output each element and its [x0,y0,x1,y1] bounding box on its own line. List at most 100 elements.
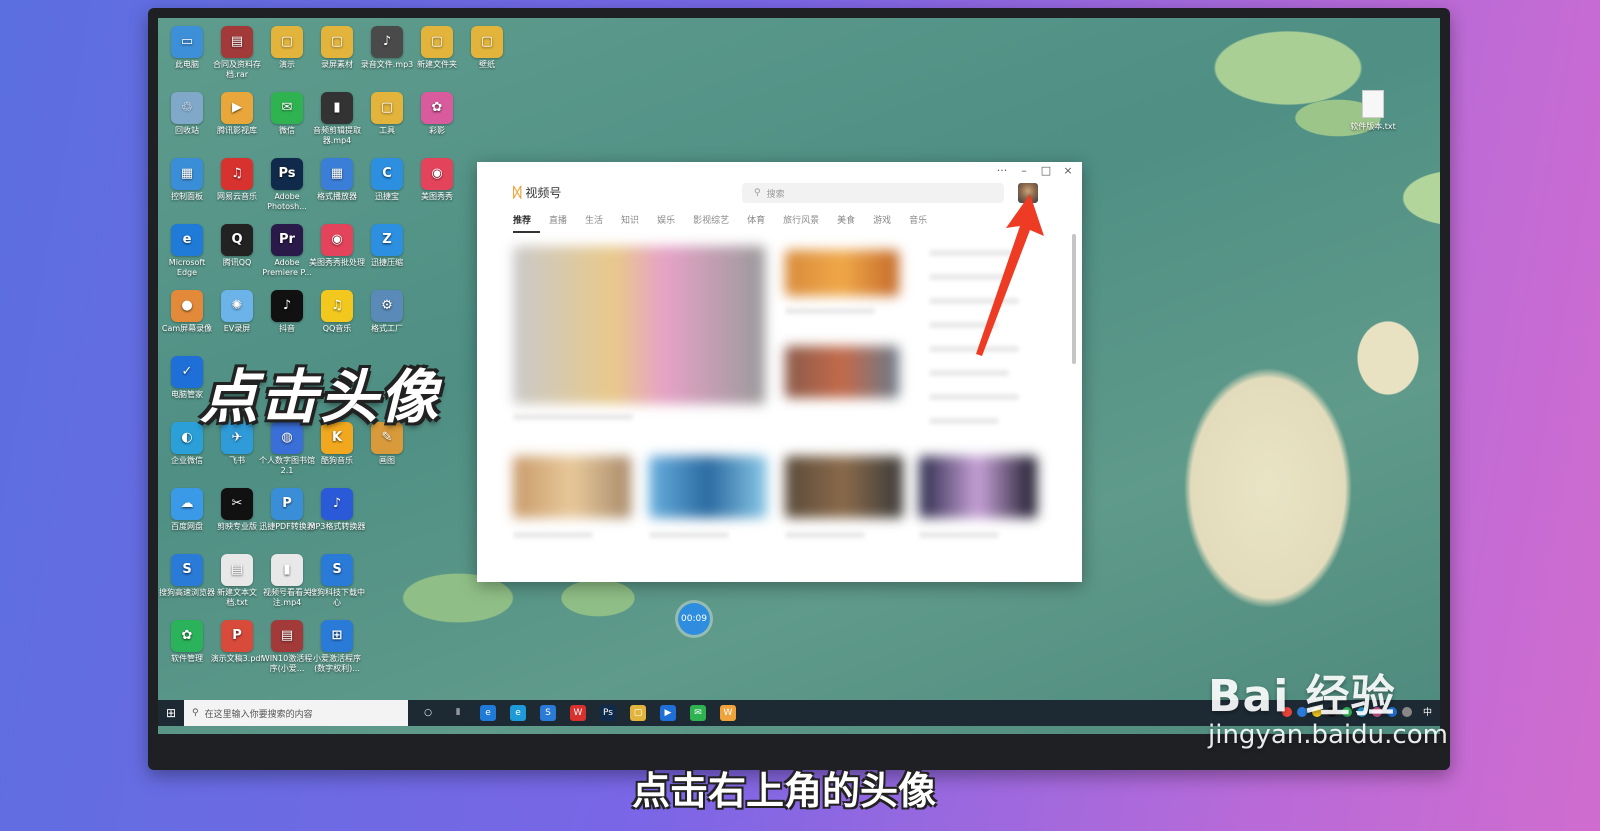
tab-10[interactable]: 音乐 [900,213,936,233]
app-icon: ▢ [471,26,503,58]
video-thumbnail[interactable] [649,456,767,518]
more-button[interactable]: ··· [996,164,1008,177]
desktop-icon-label: Adobe Premiere P... [262,258,312,277]
taskbar-app-icon[interactable]: ⫴ [450,705,466,721]
desktop-icon-label: 工具 [379,126,395,135]
taskbar-app-icon[interactable]: ▢ [630,705,646,721]
app-icon: ⊞ [321,620,353,652]
video-thumbnail[interactable] [513,246,765,404]
baidu-watermark: Bai 经验 jingyan.baidu.com [1208,660,1448,750]
app-icon: ⚙ [371,290,403,322]
desktop-icon-label: WIN10激活程序(小爱... [261,654,313,673]
desktop-icon[interactable]: ▢ 壁纸 [458,26,516,70]
app-icon: P [221,620,253,652]
placeholder-line [649,532,729,538]
video-thumbnail[interactable] [919,456,1037,518]
app-icon: ▦ [171,158,203,190]
tab-1[interactable]: 直播 [540,213,576,233]
desktop-icon-label: 控制面板 [171,192,203,201]
tab-8[interactable]: 美食 [828,213,864,233]
search-placeholder: 搜索 [766,189,785,200]
taskbar-app-icon[interactable]: Ps [600,705,616,721]
app-icon: ✂ [221,488,253,520]
desktop-file-icon[interactable]: 软件版本.txt [1348,90,1398,132]
taskbar-search-input[interactable]: ⚲ 在这里输入你要搜索的内容 [184,700,408,726]
video-thumbnail[interactable] [513,456,631,518]
desktop-icon-label: 回收站 [175,126,199,135]
desktop-icon-label: 腾讯影视库 [217,126,257,135]
video-thumbnail[interactable] [785,346,899,398]
taskbar-app-icon[interactable]: S [540,705,556,721]
app-icon: P [271,488,303,520]
video-subtitle: 点击右上角的头像 [631,769,936,813]
taskbar-app-icon[interactable]: W [720,705,736,721]
desktop-icon-label: 酷狗音乐 [321,456,353,465]
desktop-icon[interactable]: ♪ MP3格式转换器 [308,488,366,532]
maximize-button[interactable]: □ [1040,164,1052,177]
desktop-icon-label: 百度网盘 [171,522,203,531]
tab-6[interactable]: 体育 [738,213,774,233]
app-icon: ▤ [271,620,303,652]
taskbar-app-icon[interactable]: e [510,705,526,721]
desktop-icon-label: 迅捷压缩 [371,258,403,267]
taskbar-app-icon[interactable]: W [570,705,586,721]
desktop-icon-label: 录屏素材 [321,60,353,69]
taskbar-app-icon[interactable]: ▶ [660,705,676,721]
desktop-icon[interactable]: ✿ 彩影 [408,92,466,136]
video-thumbnail[interactable] [785,456,903,518]
app-icon: ✓ [171,356,203,388]
desktop-icon-label: 合同及资料存档.rar [213,60,261,79]
desktop-icon-label: 壁纸 [479,60,495,69]
placeholder-line [919,532,999,538]
app-icon: e [171,224,203,256]
desktop-icon[interactable]: S 搜狗科技下载中心 [308,554,366,608]
app-icon: Pr [271,224,303,256]
text-file-icon [1362,90,1384,118]
taskbar-app-icon[interactable]: ○ [420,705,436,721]
windows-start-icon[interactable]: ⊞ [158,706,184,720]
search-icon: ⚲ [192,708,199,718]
app-icon: ✺ [221,290,253,322]
tab-9[interactable]: 游戏 [864,213,900,233]
app-icon: ▮ [271,554,303,586]
taskbar-app-icon[interactable]: e [480,705,496,721]
desktop-icon-label: MP3格式转换器 [308,522,366,531]
desktop-icon-label: 新建文件夹 [417,60,457,69]
desktop-icon-label: 格式工厂 [371,324,403,333]
placeholder-line [929,370,1009,376]
desktop-icon-label: 画图 [379,456,395,465]
desktop-icon[interactable]: ⊞ 小爱激活程序(数字权利)... [308,620,366,674]
tab-2[interactable]: 生活 [576,213,612,233]
video-thumbnail[interactable] [785,250,899,296]
tab-0[interactable]: 推荐 [513,213,541,233]
tab-3[interactable]: 知识 [612,213,648,233]
placeholder-line [929,418,999,424]
taskbar-app-icon[interactable]: ✉ [690,705,706,721]
minimize-button[interactable]: – [1018,164,1030,177]
video-feed [509,240,1039,570]
app-icon: ● [171,290,203,322]
app-icon: ✉ [271,92,303,124]
tab-5[interactable]: 影视综艺 [684,213,738,233]
desktop-icon-label: 电脑管家 [171,390,203,399]
desktop-file-label: 软件版本.txt [1350,122,1396,131]
desktop-icon[interactable]: Z 迅捷压缩 [358,224,416,268]
desktop-icon-label: 迅捷宝 [375,192,399,201]
scrollbar[interactable] [1072,234,1076,364]
overlay-caption: 点击头像 [200,363,441,431]
desktop-icon[interactable]: ⚙ 格式工厂 [358,290,416,334]
search-input[interactable]: ⚲ 搜索 [742,183,1004,203]
app-icon: ♲ [171,92,203,124]
app-icon: ▤ [221,554,253,586]
channels-logo-icon: ᛞ [513,184,522,201]
close-button[interactable]: × [1062,164,1074,177]
placeholder-line [929,394,1019,400]
red-arrow-icon [976,194,1044,356]
desktop-icon[interactable]: ◉ 美图秀秀 [408,158,466,202]
app-icon: ♪ [371,26,403,58]
tab-7[interactable]: 旅行风景 [774,213,828,233]
desktop-icon-label: 录音文件.mp3 [360,60,414,69]
app-icon: ◐ [171,422,203,454]
tab-4[interactable]: 娱乐 [648,213,684,233]
taskbar-search-placeholder: 在这里输入你要搜索的内容 [204,709,313,720]
